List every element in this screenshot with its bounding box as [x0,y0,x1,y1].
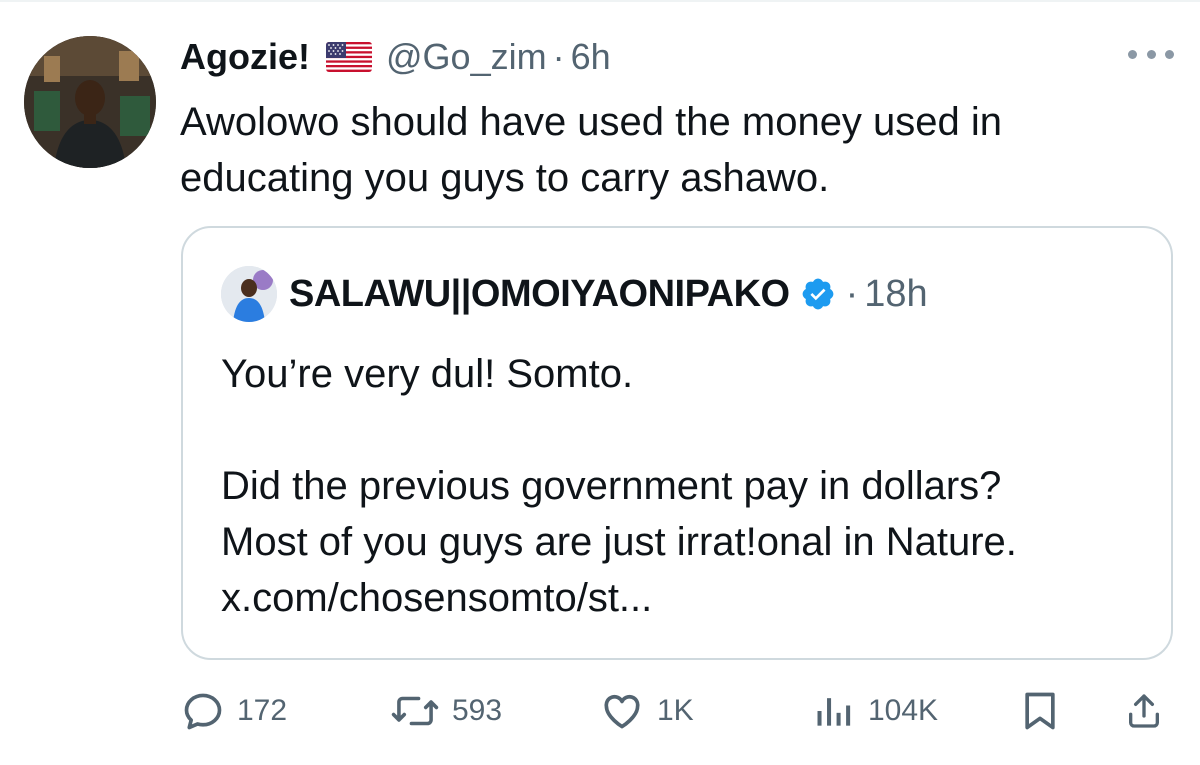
share-icon [1124,689,1164,733]
quoted-tweet-timestamp[interactable]: 18h [864,273,927,316]
share-button[interactable] [1124,686,1164,736]
quoted-tweet[interactable]: SALAWU||OMOIYAONIPAKO · 18h You’re very … [181,226,1173,660]
separator-dot: · [845,272,859,315]
retweet-button[interactable]: 593 [390,686,502,736]
quoted-text-blank-line [221,402,1151,458]
views-button[interactable]: 104K [812,686,938,736]
separator-dot: · [552,36,565,77]
quoted-text-link[interactable]: x.com/chosensomto/st... [221,570,1151,626]
top-divider [0,0,1200,2]
more-horizontal-icon [1146,49,1156,59]
tweet-header: Agozie! @Go_zim · 6h [180,32,611,82]
quoted-author-display-name[interactable]: SALAWU||OMOIYAONIPAKO [289,273,790,316]
avatar-image [24,36,156,168]
quoted-text-line: Did the previous government pay in dolla… [221,464,1002,508]
author-display-name[interactable]: Agozie! [180,36,310,78]
more-horizontal-icon [1165,49,1174,59]
us-flag-icon [326,42,372,72]
verified-badge-icon [800,276,836,312]
bookmark-button[interactable] [1020,686,1060,736]
reply-icon [181,689,225,733]
tweet-timestamp[interactable]: 6h [571,36,611,78]
like-count: 1K [657,694,694,727]
more-options-button[interactable] [1128,42,1174,66]
bookmark-icon [1020,689,1060,733]
reply-button[interactable]: 172 [181,686,287,736]
views-count: 104K [868,694,939,727]
reply-count: 172 [237,694,288,727]
retweet-icon [390,689,440,733]
quoted-text-line: Most of you guys are just irrat!onal in … [221,520,1017,564]
tweet-action-bar: 172 593 1K 104K [0,686,1200,736]
quoted-tweet-text: You’re very dul! Somto. Did the previous… [221,346,1151,626]
heart-icon [599,689,645,733]
retweet-count: 593 [452,694,503,727]
quoted-text-line: You’re very dul! Somto. [221,352,634,396]
tweet-text: Awolowo should have used the money used … [180,100,1003,200]
author-handle[interactable]: @Go_zim [386,36,547,78]
author-avatar[interactable] [24,36,156,168]
views-icon [812,689,856,733]
quoted-tweet-header: SALAWU||OMOIYAONIPAKO · 18h [221,266,928,322]
more-horizontal-icon [1128,49,1137,59]
like-button[interactable]: 1K [599,686,694,736]
quoted-author-avatar[interactable] [221,266,277,322]
